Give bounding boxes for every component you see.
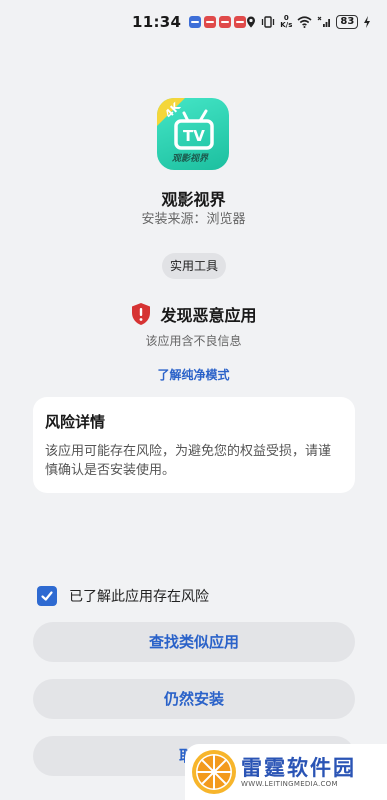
- watermark-text: 雷霆软件园 WWW.LEITINGMEDIA.COM: [241, 756, 356, 788]
- notification-icons: [189, 16, 247, 28]
- signal-icon: [317, 16, 331, 27]
- app-name: 观影视界: [161, 190, 226, 209]
- battery-indicator: 83: [336, 15, 359, 29]
- app-icon: 4K TV 观影视界: [157, 98, 229, 170]
- status-bar: 11:34 0 K/s 83: [0, 0, 387, 44]
- charging-bolt-icon: [364, 16, 371, 28]
- install-anyway-button[interactable]: 仍然安装: [33, 679, 355, 719]
- risk-details-description: 该应用可能存在风险，为避免您的权益受损，请谨慎确认是否安装使用。: [45, 444, 332, 478]
- status-time: 11:34: [132, 13, 182, 31]
- network-speed-unit: K/s: [280, 21, 293, 29]
- wifi-icon: [297, 16, 312, 28]
- danger-shield-icon: [132, 303, 151, 325]
- find-similar-apps-button[interactable]: 查找类似应用: [33, 622, 355, 662]
- icon-tv-text: TV: [183, 127, 205, 145]
- warning-title: 发现恶意应用: [160, 306, 257, 325]
- warning-subtitle: 该应用含不良信息: [145, 334, 242, 348]
- icon-caption: 观影视界: [172, 153, 209, 164]
- app-notification-icon: [189, 16, 202, 28]
- checkmark-icon: [41, 591, 53, 601]
- app-notification-icon: [219, 16, 232, 28]
- risk-details-card: 风险详情 该应用可能存在风险，为避免您的权益受损，请谨慎确认是否安装使用。: [33, 397, 355, 493]
- acknowledge-label: 已了解此应用存在风险: [69, 589, 209, 605]
- vibrate-icon: [262, 16, 275, 28]
- app-notification-icon: [234, 16, 247, 28]
- risk-details-title: 风险详情: [45, 413, 106, 431]
- status-right: 0 K/s 83: [246, 15, 371, 29]
- network-speed: 0 K/s: [280, 15, 292, 29]
- watermark-url: WWW.LEITINGMEDIA.COM: [241, 780, 338, 788]
- install-source: 安装来源：浏览器: [141, 212, 246, 227]
- learn-pure-mode-link[interactable]: 了解纯净模式: [0, 366, 387, 383]
- acknowledge-risk-row[interactable]: 已了解此应用存在风险: [37, 586, 209, 606]
- watermark: 雷霆软件园 WWW.LEITINGMEDIA.COM: [185, 744, 387, 800]
- tv-logo-icon: 4K TV 观影视界: [157, 98, 214, 164]
- warning-header: 发现恶意应用: [0, 302, 387, 326]
- orange-slice-logo-icon: [192, 750, 236, 794]
- app-notification-icon: [204, 16, 217, 28]
- acknowledge-checkbox[interactable]: [37, 586, 57, 606]
- watermark-title: 雷霆软件园: [241, 756, 356, 780]
- location-icon: [247, 16, 256, 28]
- category-chip: 实用工具: [162, 253, 226, 279]
